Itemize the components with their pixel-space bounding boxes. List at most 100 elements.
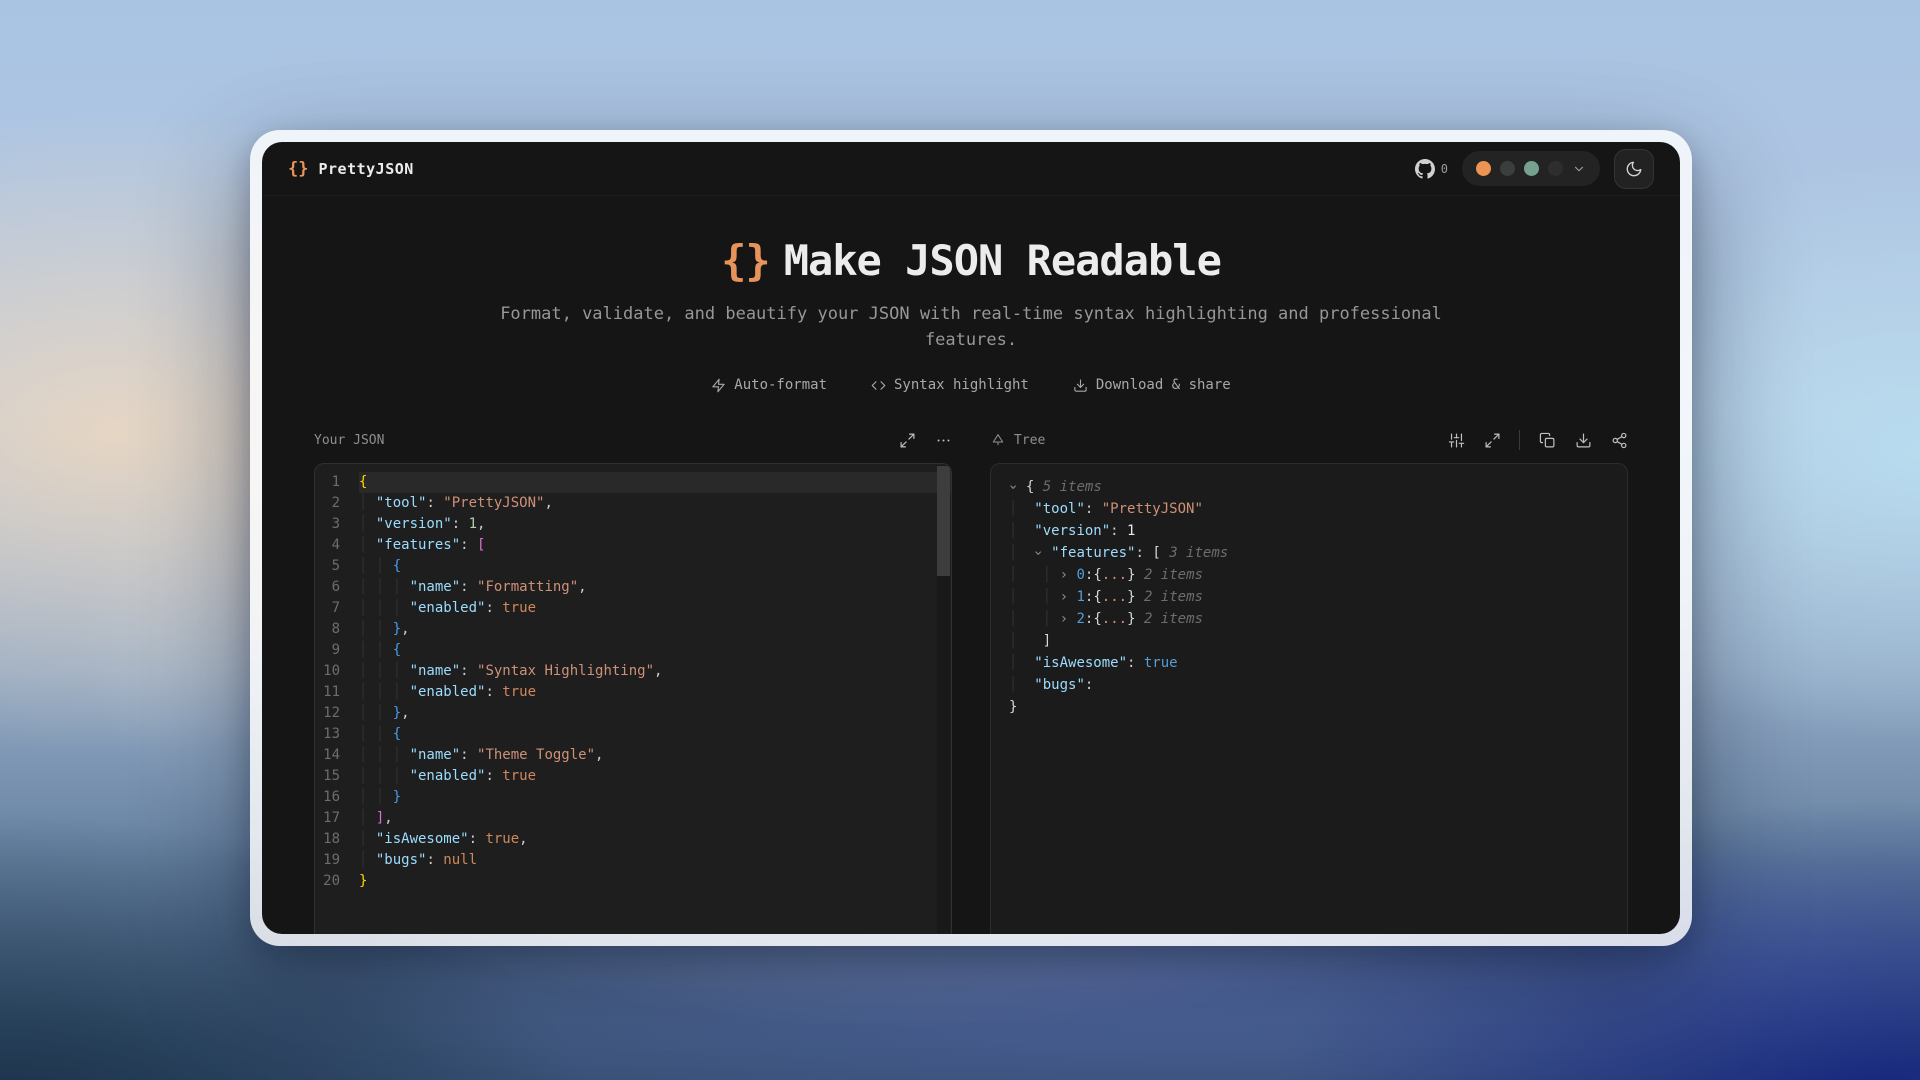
dark-mode-toggle[interactable] bbox=[1614, 149, 1654, 189]
copy-button[interactable] bbox=[1538, 431, 1556, 449]
editor-line: 16│ │ } bbox=[315, 787, 951, 808]
editor-line: 2│ "tool": "PrettyJSON", bbox=[315, 493, 951, 514]
tree-node: │ "bugs": bbox=[1009, 674, 1609, 696]
editor-line: 10│ │ │ "name": "Syntax Highlighting", bbox=[315, 661, 951, 682]
line-number: 2 bbox=[315, 493, 359, 514]
page-title: {} Make JSON Readable bbox=[262, 236, 1680, 285]
code-icon bbox=[871, 378, 886, 393]
chevron-down-icon bbox=[1572, 162, 1586, 176]
line-number: 19 bbox=[315, 850, 359, 871]
feature-label: Syntax highlight bbox=[894, 377, 1029, 393]
line-number: 17 bbox=[315, 808, 359, 829]
share-icon bbox=[1611, 432, 1628, 449]
tree-node: │ "version": 1 bbox=[1009, 520, 1609, 542]
app-title: PrettyJSON bbox=[318, 160, 413, 178]
editor-menu-button[interactable] bbox=[934, 431, 952, 449]
editor-scrollbar-thumb[interactable] bbox=[937, 466, 950, 576]
tree-panel-header: Tree bbox=[990, 427, 1628, 453]
editor-panel-header: Your JSON bbox=[314, 427, 952, 453]
line-number: 16 bbox=[315, 787, 359, 808]
theme-dot-dark[interactable] bbox=[1500, 161, 1515, 176]
topbar: {} PrettyJSON 0 bbox=[262, 142, 1680, 196]
line-number: 8 bbox=[315, 619, 359, 640]
editor-line: 15│ │ │ "enabled": true bbox=[315, 766, 951, 787]
tree-rows: › { 5 items│ "tool": "PrettyJSON"│ "vers… bbox=[991, 464, 1627, 730]
sliders-icon bbox=[1448, 432, 1465, 449]
editor-panel: Your JSON 1{2│ "tool": "PrettyJSON",3│ "… bbox=[314, 427, 952, 934]
editor-line: 7│ │ │ "enabled": true bbox=[315, 598, 951, 619]
header-divider bbox=[1519, 430, 1520, 450]
code-text: │ │ │ "name": "Formatting", bbox=[359, 577, 951, 598]
title-braces-icon: {} bbox=[721, 236, 770, 285]
download-button[interactable] bbox=[1574, 431, 1592, 449]
line-number: 3 bbox=[315, 514, 359, 535]
tree-node-expandable[interactable]: │ │ › 2:{...} 2 items bbox=[1009, 608, 1609, 630]
hero-section: {} Make JSON Readable Format, validate, a… bbox=[262, 196, 1680, 393]
tree-node-expandable[interactable]: │ › "features": [ 3 items bbox=[1009, 542, 1609, 564]
editor-line: 11│ │ │ "enabled": true bbox=[315, 682, 951, 703]
line-number: 7 bbox=[315, 598, 359, 619]
code-text: │ │ { bbox=[359, 724, 951, 745]
editor-panel-title: Your JSON bbox=[314, 433, 384, 448]
code-text: │ ], bbox=[359, 808, 951, 829]
feature-download-share: Download & share bbox=[1073, 377, 1231, 393]
editor-line: 12│ │ }, bbox=[315, 703, 951, 724]
line-number: 11 bbox=[315, 682, 359, 703]
editor-line: 4│ "features": [ bbox=[315, 535, 951, 556]
editor-line: 20} bbox=[315, 871, 951, 892]
code-text: │ "tool": "PrettyJSON", bbox=[359, 493, 951, 514]
tree-label: Tree bbox=[1014, 433, 1045, 448]
tree-icon bbox=[990, 432, 1006, 448]
editor-line: 14│ │ │ "name": "Theme Toggle", bbox=[315, 745, 951, 766]
tree-node-expandable[interactable]: │ │ › 0:{...} 2 items bbox=[1009, 564, 1609, 586]
panels-row: Your JSON 1{2│ "tool": "PrettyJSON",3│ "… bbox=[262, 427, 1680, 934]
code-text: │ │ } bbox=[359, 787, 951, 808]
editor-line: 5│ │ { bbox=[315, 556, 951, 577]
page-subtitle: Format, validate, and beautify your JSON… bbox=[466, 301, 1476, 353]
editor-line: 9│ │ { bbox=[315, 640, 951, 661]
github-button[interactable]: 0 bbox=[1415, 159, 1448, 179]
expand-editor-button[interactable] bbox=[898, 431, 916, 449]
expand-icon bbox=[899, 432, 916, 449]
editor-header-actions bbox=[898, 431, 952, 449]
json-tree-view: › { 5 items│ "tool": "PrettyJSON"│ "vers… bbox=[990, 463, 1628, 934]
github-icon bbox=[1415, 159, 1435, 179]
topbar-actions: 0 bbox=[1415, 149, 1654, 189]
tree-panel-title: Tree bbox=[990, 432, 1045, 448]
theme-selector[interactable] bbox=[1462, 151, 1600, 186]
share-button[interactable] bbox=[1610, 431, 1628, 449]
feature-badges: Auto-format Syntax highlight Download & … bbox=[262, 377, 1680, 393]
tree-node-expandable[interactable]: │ │ › 1:{...} 2 items bbox=[1009, 586, 1609, 608]
page-title-text: Make JSON Readable bbox=[784, 236, 1221, 285]
editor-line: 6│ │ │ "name": "Formatting", bbox=[315, 577, 951, 598]
theme-dot-teal[interactable] bbox=[1524, 161, 1539, 176]
view-options-button[interactable] bbox=[1447, 431, 1465, 449]
tree-panel: Tree bbox=[990, 427, 1628, 934]
json-editor[interactable]: 1{2│ "tool": "PrettyJSON",3│ "version": … bbox=[314, 463, 952, 934]
copy-icon bbox=[1539, 432, 1556, 449]
editor-scrollbar[interactable] bbox=[937, 465, 950, 933]
tree-node: │ "tool": "PrettyJSON" bbox=[1009, 498, 1609, 520]
tree-node-expandable[interactable]: › { 5 items bbox=[1009, 476, 1609, 498]
tree-node: │ ] bbox=[1009, 630, 1609, 652]
code-text: │ │ { bbox=[359, 640, 951, 661]
expand-tree-button[interactable] bbox=[1483, 431, 1501, 449]
feature-label: Auto-format bbox=[734, 377, 827, 393]
editor-label: Your JSON bbox=[314, 433, 384, 448]
download-icon bbox=[1575, 432, 1592, 449]
line-number: 15 bbox=[315, 766, 359, 787]
editor-line: 17│ ], bbox=[315, 808, 951, 829]
theme-dot-orange[interactable] bbox=[1476, 161, 1491, 176]
download-icon bbox=[1073, 378, 1088, 393]
tree-header-actions bbox=[1447, 430, 1628, 450]
line-number: 1 bbox=[315, 472, 359, 493]
code-text: } bbox=[359, 871, 951, 892]
line-number: 5 bbox=[315, 556, 359, 577]
theme-dot-gray[interactable] bbox=[1548, 161, 1563, 176]
editor-line: 18│ "isAwesome": true, bbox=[315, 829, 951, 850]
code-text: │ │ }, bbox=[359, 619, 951, 640]
line-number: 9 bbox=[315, 640, 359, 661]
code-text: │ │ { bbox=[359, 556, 951, 577]
code-text: │ "bugs": null bbox=[359, 850, 951, 871]
line-number: 20 bbox=[315, 871, 359, 892]
